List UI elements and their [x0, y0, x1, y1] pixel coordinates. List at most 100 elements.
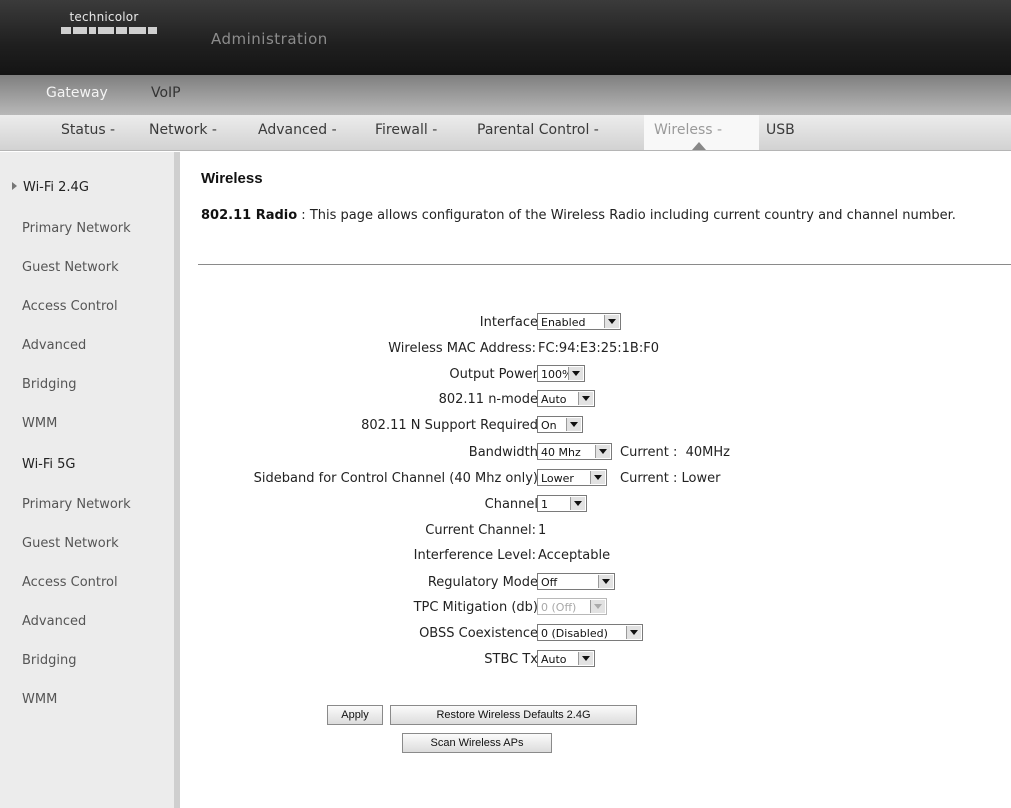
sidebar-item-wmm-5g[interactable]: WMM [22, 692, 57, 707]
row-regulatory-mode: Regulatory Mode Off [180, 573, 1011, 595]
obss-coexistence-label: OBSS Coexistence [419, 626, 538, 641]
row-sideband: Sideband for Control Channel (40 Mhz onl… [180, 469, 1011, 491]
brand-name: technicolor [69, 10, 139, 24]
row-n-support-required: 802.11 N Support Required On [180, 416, 1011, 438]
sidebar: Wi-Fi 2.4G Primary Network Guest Network… [0, 152, 180, 808]
chevron-down-icon [590, 471, 605, 484]
active-tab-caret-icon [692, 142, 706, 150]
sidebar-group-wifi-24g[interactable]: Wi-Fi 2.4G [12, 180, 89, 195]
tab-network[interactable]: Network - [149, 122, 217, 138]
sidebar-item-guest-network-5g[interactable]: Guest Network [22, 536, 119, 551]
divider [198, 264, 1011, 265]
apply-button[interactable]: Apply [327, 705, 383, 725]
bandwidth-value: 40 Mhz [541, 446, 581, 459]
main-content: Wireless 802.11 Radio : This page allows… [180, 152, 1011, 808]
interference-level-value: Acceptable [538, 548, 611, 563]
technicolor-logo[interactable]: technicolor [58, 10, 158, 34]
mac-address-value: FC:94:E3:25:1B:F0 [538, 341, 659, 356]
tab-parental-control[interactable]: Parental Control - [477, 122, 599, 138]
restore-wireless-defaults-button[interactable]: Restore Wireless Defaults 2.4G [390, 705, 637, 725]
description-separator: : [297, 208, 310, 223]
regulatory-mode-select[interactable]: Off [537, 573, 615, 590]
nav-voip[interactable]: VoIP [151, 85, 181, 101]
page-title: Wireless [201, 170, 263, 187]
scan-wireless-aps-button[interactable]: Scan Wireless APs [402, 733, 552, 753]
tpc-mitigation-label: TPC Mitigation (db) [413, 600, 538, 615]
n-mode-value: Auto [541, 393, 567, 406]
sidebar-item-guest-network[interactable]: Guest Network [22, 260, 119, 275]
chevron-down-icon [566, 418, 581, 431]
n-support-required-label: 802.11 N Support Required [361, 418, 538, 433]
tab-status[interactable]: Status - [61, 122, 115, 138]
current-channel-value: 1 [538, 523, 547, 538]
n-support-required-value: On [541, 419, 557, 432]
expand-arrow-icon [12, 182, 17, 190]
obss-coexistence-value: 0 (Disabled) [541, 627, 608, 640]
chevron-down-icon [604, 315, 619, 328]
sidebar-item-advanced-5g[interactable]: Advanced [22, 614, 86, 629]
bandwidth-select[interactable]: 40 Mhz [537, 443, 612, 460]
tpc-mitigation-select: 0 (Off) [537, 598, 607, 615]
interface-value: Enabled [541, 316, 586, 329]
header-title: Administration [211, 30, 328, 48]
current-channel-label: Current Channel: [425, 523, 536, 538]
sidebar-item-primary-network-5g[interactable]: Primary Network [22, 497, 131, 512]
row-interference-level: Interference Level: Acceptable [180, 546, 1011, 568]
sideband-value: Lower [541, 472, 574, 485]
row-mac-address: Wireless MAC Address: FC:94:E3:25:1B:F0 [180, 339, 1011, 361]
n-support-required-select[interactable]: On [537, 416, 583, 433]
description-heading: 802.11 Radio [201, 208, 298, 223]
chevron-down-icon [570, 497, 585, 510]
interface-label: Interface [479, 315, 538, 330]
chevron-down-icon [568, 367, 583, 380]
tpc-mitigation-value: 0 (Off) [541, 601, 577, 614]
page-description: 802.11 Radio : This page allows configur… [201, 206, 991, 226]
sidebar-item-access-control[interactable]: Access Control [22, 299, 118, 314]
output-power-select[interactable]: 100% [537, 365, 585, 382]
chevron-down-icon [626, 626, 641, 639]
row-output-power: Output Power 100% [180, 365, 1011, 387]
chevron-down-icon [578, 652, 593, 665]
description-text: This page allows configuraton of the Wir… [309, 208, 956, 223]
tab-advanced[interactable]: Advanced - [258, 122, 337, 138]
stbc-tx-select[interactable]: Auto [537, 650, 595, 667]
secondary-nav: Status - Network - Advanced - Firewall -… [0, 115, 1011, 151]
bandwidth-current: Current : 40MHz [620, 445, 730, 460]
sideband-select[interactable]: Lower [537, 469, 607, 486]
tab-wireless[interactable]: Wireless - [654, 122, 722, 138]
obss-coexistence-select[interactable]: 0 (Disabled) [537, 624, 643, 641]
sidebar-item-wmm[interactable]: WMM [22, 416, 57, 431]
sidebar-item-primary-network[interactable]: Primary Network [22, 221, 131, 236]
channel-select[interactable]: 1 [537, 495, 587, 512]
top-header: technicolor Administration [0, 0, 1011, 75]
n-mode-select[interactable]: Auto [537, 390, 595, 407]
stbc-tx-label: STBC Tx [484, 652, 538, 667]
sidebar-item-bridging-5g[interactable]: Bridging [22, 653, 76, 668]
sideband-label: Sideband for Control Channel (40 Mhz onl… [253, 471, 538, 486]
sidebar-group-label: Wi-Fi 2.4G [23, 180, 89, 195]
sideband-current: Current : Lower [620, 471, 721, 486]
primary-nav: Gateway VoIP [0, 75, 1011, 115]
row-stbc-tx: STBC Tx Auto [180, 650, 1011, 672]
stbc-tx-value: Auto [541, 653, 567, 666]
n-mode-label: 802.11 n-mode [438, 392, 538, 407]
row-current-channel: Current Channel: 1 [180, 521, 1011, 543]
sidebar-item-advanced[interactable]: Advanced [22, 338, 86, 353]
chevron-down-icon [595, 445, 610, 458]
interference-level-label: Interference Level: [413, 548, 536, 563]
sidebar-group-wifi-5g[interactable]: Wi-Fi 5G [22, 457, 76, 472]
sidebar-item-access-control-5g[interactable]: Access Control [22, 575, 118, 590]
row-n-mode: 802.11 n-mode Auto [180, 390, 1011, 412]
regulatory-mode-label: Regulatory Mode [427, 575, 538, 590]
row-tpc-mitigation: TPC Mitigation (db) 0 (Off) [180, 598, 1011, 620]
tab-usb[interactable]: USB [766, 122, 795, 138]
nav-gateway[interactable]: Gateway [46, 85, 108, 101]
tab-firewall[interactable]: Firewall - [375, 122, 437, 138]
channel-label: Channel [484, 497, 538, 512]
output-power-label: Output Power [449, 367, 538, 382]
row-obss-coexistence: OBSS Coexistence 0 (Disabled) [180, 624, 1011, 646]
bandwidth-label: Bandwidth [468, 445, 538, 460]
sidebar-item-bridging[interactable]: Bridging [22, 377, 76, 392]
row-interface: Interface Enabled [180, 313, 1011, 335]
interface-select[interactable]: Enabled [537, 313, 621, 330]
